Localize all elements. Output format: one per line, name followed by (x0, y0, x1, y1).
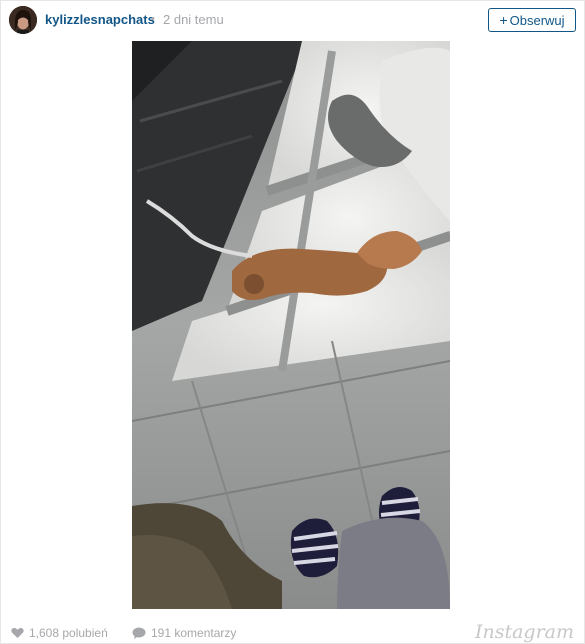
video-frame-image (132, 41, 450, 609)
username-link[interactable]: kylizzlesnapchats (45, 12, 155, 27)
post-video[interactable] (132, 41, 450, 609)
likes-count[interactable]: 1,608 polubień (11, 626, 108, 640)
speech-bubble-icon (132, 627, 146, 639)
post-header: kylizzlesnapchats • 2 dni temu + Obserwu… (1, 1, 584, 41)
plus-icon: + (499, 12, 508, 28)
comments-label: 191 komentarzy (151, 626, 237, 640)
likes-label: 1,608 polubień (29, 626, 108, 640)
separator-dot: • (151, 13, 155, 25)
post-timestamp[interactable]: 2 dni temu (163, 12, 224, 27)
instagram-embed-card: kylizzlesnapchats • 2 dni temu + Obserwu… (0, 0, 585, 644)
post-footer: 1,608 polubień 191 komentarzy Instagram (1, 619, 584, 643)
avatar[interactable] (9, 6, 37, 34)
comments-count[interactable]: 191 komentarzy (132, 626, 236, 640)
follow-button[interactable]: + Obserwuj (488, 8, 576, 32)
heart-icon (11, 627, 24, 638)
instagram-wordmark[interactable]: Instagram (475, 621, 574, 643)
avatar-image (9, 6, 37, 34)
follow-button-label: Obserwuj (509, 12, 565, 28)
